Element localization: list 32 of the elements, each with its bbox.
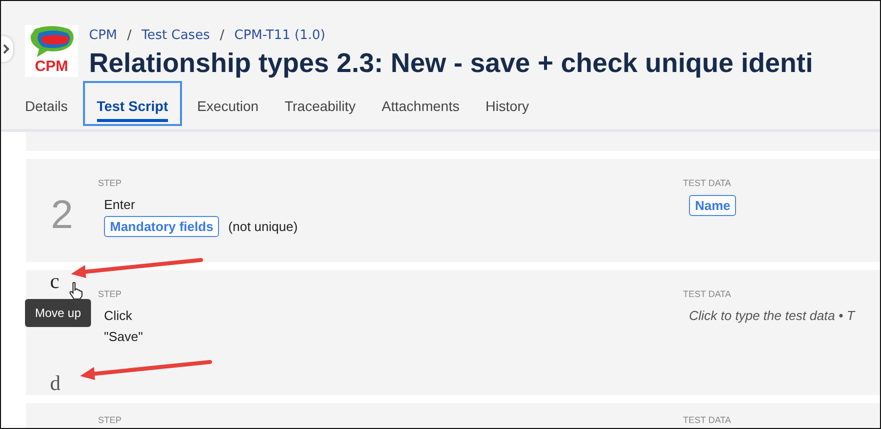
hand-cursor-icon — [69, 282, 83, 300]
test-data-label: TEST DATA — [683, 415, 732, 425]
tab[interactable]: Execution — [186, 91, 270, 126]
tab[interactable]: Details — [25, 91, 79, 126]
breadcrumb-link[interactable]: Test Cases — [142, 28, 210, 42]
step-number: 2 — [50, 193, 74, 239]
step-label: STEP — [98, 178, 123, 188]
breadcrumb-link[interactable]: CPM-T11 (1.0) — [234, 28, 326, 42]
logo-text: CPM — [34, 59, 68, 75]
test-data-placeholder[interactable]: Click to type the test data • T — [689, 308, 855, 322]
breadcrumb-link[interactable]: CPM — [89, 28, 118, 42]
parameter-tag[interactable]: Mandatory fields — [104, 216, 220, 237]
tab[interactable]: History — [474, 91, 540, 126]
step-label: STEP — [98, 415, 123, 425]
test-data-label: TEST DATA — [683, 178, 732, 188]
test-data-label: TEST DATA — [683, 289, 732, 299]
step-text: Click — [104, 308, 132, 322]
step-text: Enter — [104, 196, 136, 212]
tab[interactable]: Attachments — [370, 91, 470, 126]
page-title: Relationship types 2.3: New - save + check unique identi — [89, 47, 813, 80]
step-text: "Save" — [104, 328, 143, 344]
breadcrumb-separator: / — [127, 28, 132, 42]
step-text: (not unique) — [228, 219, 298, 234]
chevron-icon — [2, 44, 10, 54]
tooltip: Move up — [25, 299, 92, 327]
tab[interactable]: Traceability — [274, 91, 367, 126]
breadcrumb-separator: / — [220, 28, 224, 42]
tab[interactable]: Test Script — [82, 81, 182, 126]
step-label: STEP — [98, 289, 123, 299]
parameter-tag[interactable]: Name — [689, 195, 736, 216]
annotation-letter: c — [50, 270, 60, 292]
annotation-letter: d — [50, 372, 60, 394]
